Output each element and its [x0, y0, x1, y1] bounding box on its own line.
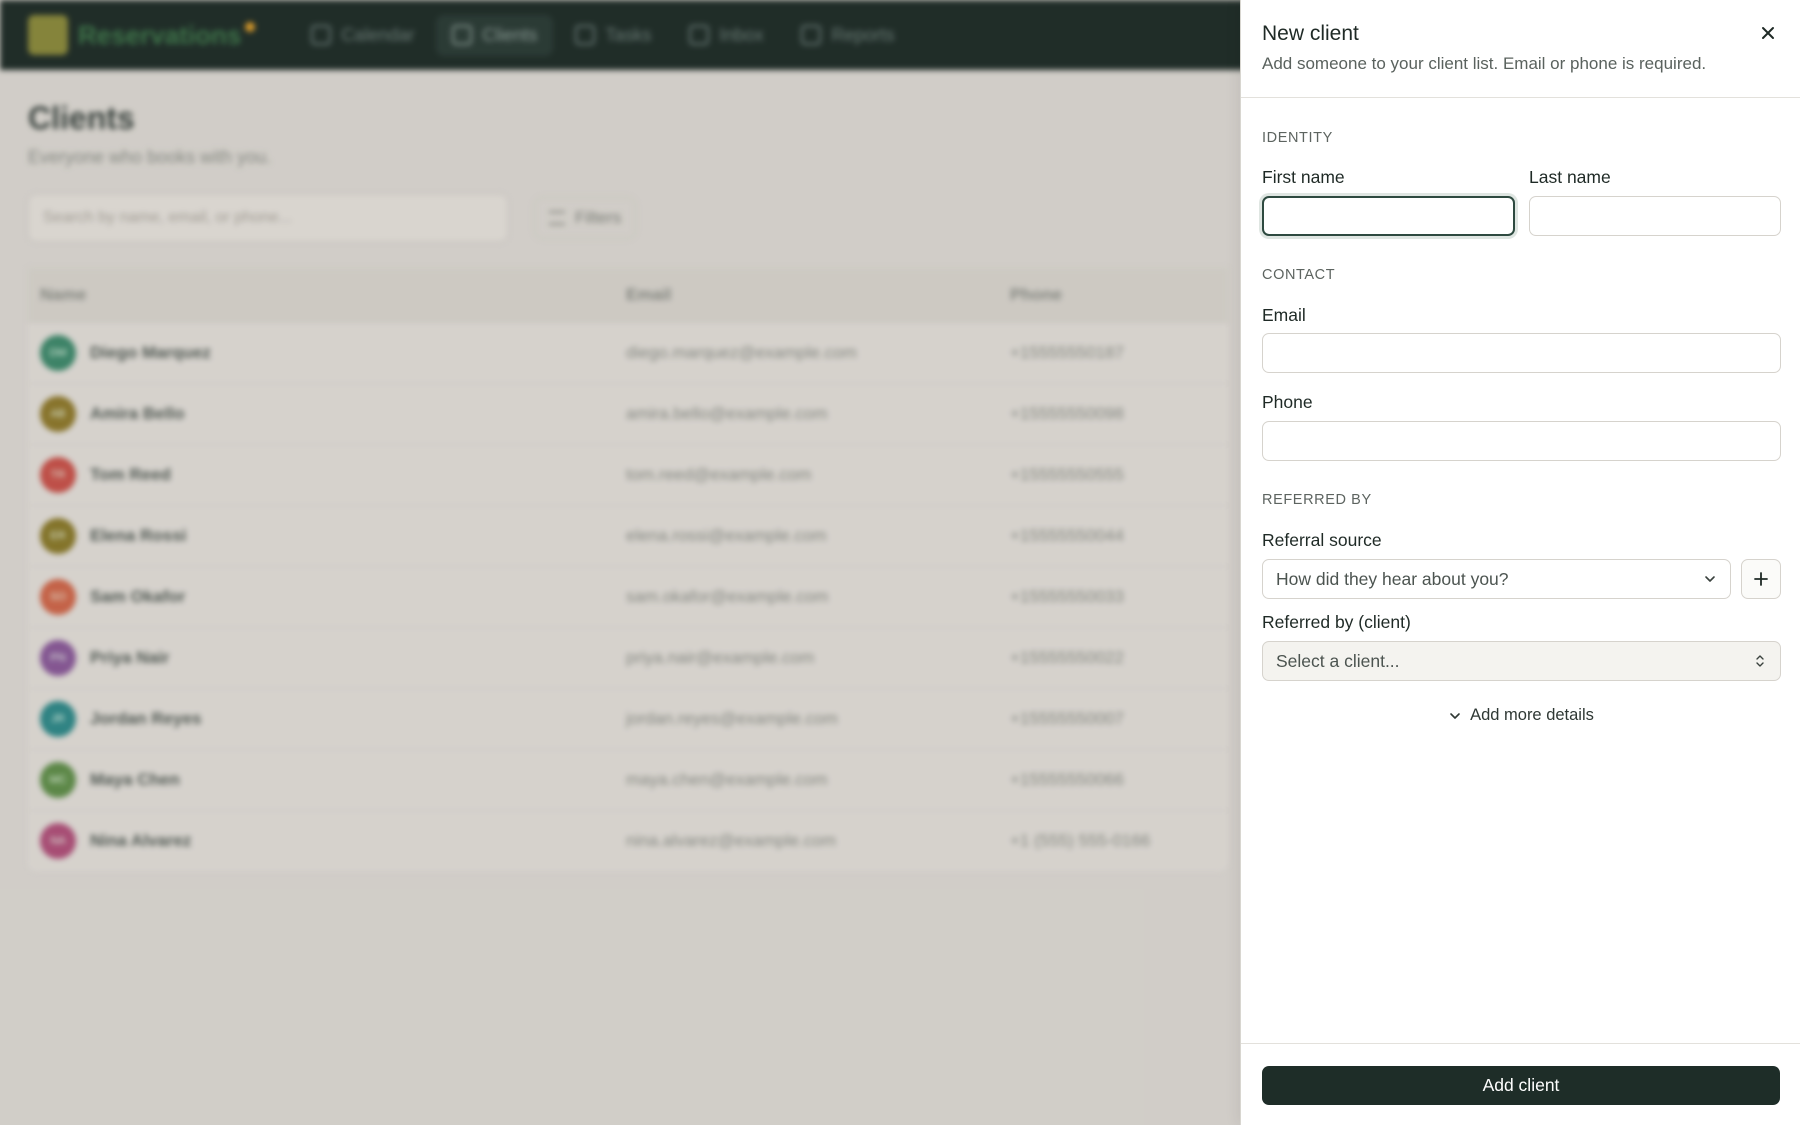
panel-subtitle: Add someone to your client list. Email o… — [1262, 54, 1707, 73]
close-button[interactable] — [1757, 22, 1779, 44]
chevron-down-icon — [1705, 576, 1715, 582]
referral-source-placeholder: How did they hear about you? — [1276, 568, 1509, 589]
section-identity: IDENTITY — [1262, 130, 1333, 146]
last-name-input[interactable] — [1529, 196, 1781, 236]
close-icon — [1762, 27, 1774, 39]
phone-input[interactable] — [1262, 421, 1781, 461]
section-contact: CONTACT — [1262, 267, 1336, 283]
panel-title: New client — [1262, 22, 1359, 45]
referred-by-client-combobox[interactable]: Select a client... — [1262, 641, 1781, 681]
panel-header: New client Add someone to your client li… — [1241, 0, 1800, 98]
email-label: Email — [1262, 305, 1306, 325]
first-name-label: First name — [1262, 167, 1345, 187]
add-more-details-toggle[interactable]: Add more details — [1241, 706, 1800, 725]
referral-source-select[interactable]: How did they hear about you? — [1262, 559, 1731, 599]
referral-source-label: Referral source — [1262, 530, 1382, 550]
last-name-label: Last name — [1529, 167, 1611, 187]
add-referral-source-button[interactable] — [1741, 559, 1781, 599]
phone-label: Phone — [1262, 392, 1313, 412]
new-client-panel: New client Add someone to your client li… — [1240, 0, 1800, 1125]
email-input[interactable] — [1262, 333, 1781, 373]
referred-by-client-placeholder: Select a client... — [1276, 650, 1400, 671]
add-client-button[interactable]: Add client — [1262, 1066, 1780, 1105]
add-more-details-label: Add more details — [1470, 706, 1594, 724]
chevron-down-icon — [1450, 712, 1460, 719]
panel-footer: Add client — [1241, 1043, 1800, 1125]
first-name-input[interactable] — [1262, 196, 1515, 236]
chevron-up-down-icon — [1756, 655, 1764, 667]
section-referred-by: REFERRED BY — [1262, 492, 1372, 508]
plus-icon — [1754, 572, 1768, 586]
referred-by-client-label: Referred by (client) — [1262, 612, 1411, 632]
